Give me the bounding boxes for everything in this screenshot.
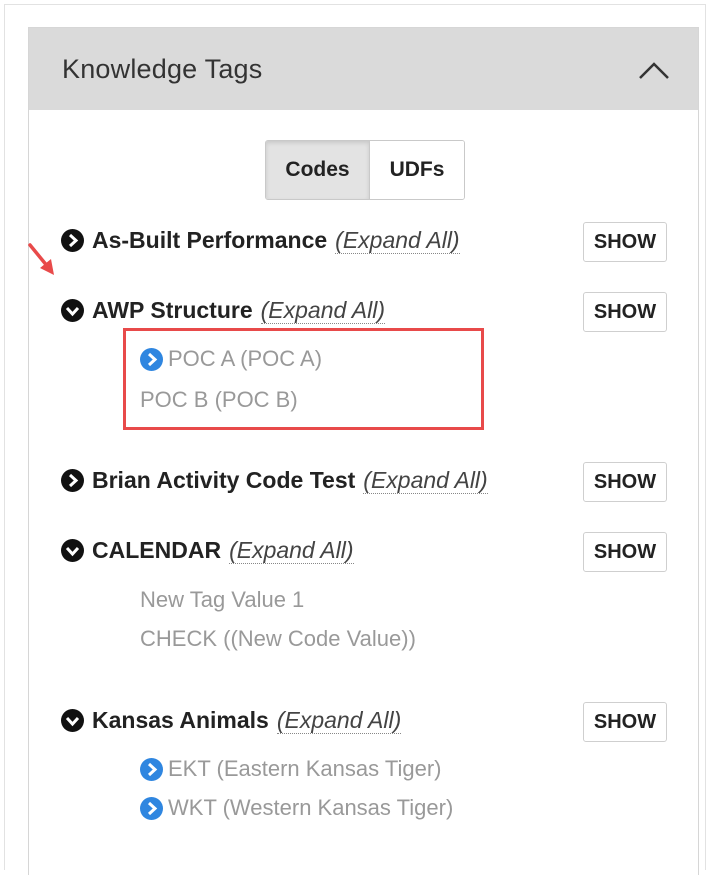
tag-value-label: CHECK ((New Code Value)) xyxy=(140,626,416,651)
annotation-highlight-box xyxy=(123,328,484,430)
codes-udfs-toggle: Codes UDFs xyxy=(265,140,465,200)
show-button[interactable]: SHOW xyxy=(583,532,667,572)
expand-all-link[interactable]: (Expand All) xyxy=(276,707,402,734)
expand-all-link[interactable]: (Expand All) xyxy=(229,537,354,564)
tab-udfs[interactable]: UDFs xyxy=(369,141,464,199)
tag-value-item[interactable]: New Tag Value 1 xyxy=(140,587,304,613)
tag-value-item[interactable]: EKT (Eastern Kansas Tiger) xyxy=(140,756,442,782)
knowledge-tags-panel: Knowledge Tags Codes UDFs As-Built Perfo… xyxy=(28,27,699,875)
chevron-down-icon[interactable] xyxy=(61,708,84,732)
chevron-right-icon[interactable] xyxy=(140,796,163,820)
group-label: As-Built Performance xyxy=(92,226,328,253)
group-label: Brian Activity Code Test xyxy=(92,466,356,493)
show-button[interactable]: SHOW xyxy=(583,462,667,502)
chevron-down-icon[interactable] xyxy=(61,538,84,562)
tag-group-calendar: CALENDAR (Expand All) xyxy=(61,535,354,565)
show-button[interactable]: SHOW xyxy=(583,702,667,742)
tag-group-kansas-animals: Kansas Animals (Expand All) xyxy=(61,705,402,735)
annotation-arrow-icon xyxy=(28,243,54,275)
chevron-right-icon[interactable] xyxy=(140,757,163,781)
expand-all-link[interactable]: (Expand All) xyxy=(363,467,488,494)
chevron-right-icon[interactable] xyxy=(61,468,84,492)
tag-group-awp-structure: AWP Structure (Expand All) xyxy=(61,295,386,325)
tag-value-label: WKT (Western Kansas Tiger) xyxy=(168,795,454,820)
tag-group-as-built-performance: As-Built Performance (Expand All) xyxy=(61,225,460,255)
tab-codes[interactable]: Codes xyxy=(266,141,369,199)
panel-header[interactable]: Knowledge Tags xyxy=(29,28,698,110)
tag-group-brian-activity-code-test: Brian Activity Code Test (Expand All) xyxy=(61,465,488,495)
group-label: AWP Structure xyxy=(92,296,253,323)
show-button[interactable]: SHOW xyxy=(583,222,667,262)
group-label: CALENDAR xyxy=(92,536,222,563)
chevron-right-icon[interactable] xyxy=(61,228,84,252)
tag-value-label: New Tag Value 1 xyxy=(140,587,305,612)
tag-value-label: EKT (Eastern Kansas Tiger) xyxy=(168,756,442,781)
tag-value-item[interactable]: CHECK ((New Code Value)) xyxy=(140,626,416,652)
chevron-down-icon[interactable] xyxy=(61,298,84,322)
tag-value-item[interactable]: WKT (Western Kansas Tiger) xyxy=(140,795,453,821)
expand-all-link[interactable]: (Expand All) xyxy=(335,227,460,254)
panel-title: Knowledge Tags xyxy=(62,54,263,84)
expand-all-link[interactable]: (Expand All) xyxy=(260,297,386,324)
group-label: Kansas Animals xyxy=(92,706,269,733)
chevron-up-icon[interactable] xyxy=(634,54,674,84)
show-button[interactable]: SHOW xyxy=(583,292,667,332)
